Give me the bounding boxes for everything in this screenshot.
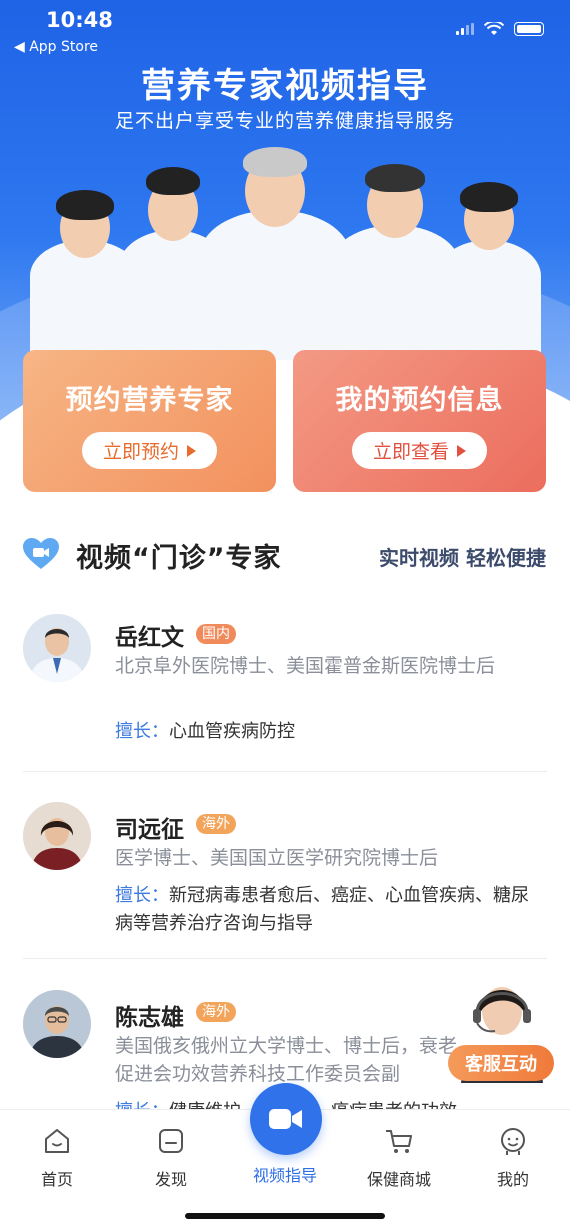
tab-label: 保健商城 bbox=[366, 1170, 431, 1189]
home-indicator bbox=[185, 1213, 385, 1219]
expert-badge: 国内 bbox=[196, 624, 236, 644]
button-label: 立即预约 bbox=[102, 441, 179, 463]
tab-label: 发现 bbox=[154, 1170, 187, 1189]
book-now-button[interactable]: 立即预约 bbox=[82, 432, 217, 469]
profile-icon bbox=[501, 1128, 525, 1155]
signal-icon bbox=[456, 23, 474, 35]
expert-avatar bbox=[23, 802, 91, 870]
section-title: 视频“门诊”专家 bbox=[76, 543, 282, 574]
my-appointments-card[interactable]: 我的预约信息 立即查看 bbox=[293, 350, 546, 492]
customer-service-button[interactable]: 客服互动 bbox=[448, 1045, 554, 1081]
expert-badge: 海外 bbox=[196, 814, 236, 834]
specialty-text: 新冠病毒患者愈后、癌症、心血管疾病、糖尿病等营养治疗咨询与指导 bbox=[115, 885, 529, 934]
button-label: 立即查看 bbox=[372, 441, 449, 463]
expert-name: 陈志雄 bbox=[115, 1005, 184, 1031]
expert-item[interactable]: 岳红文 国内 北京阜外医院博士、美国霍普金斯医院博士后 擅长：心血管疾病防控 bbox=[0, 610, 570, 770]
hero-title: 营养专家视频指导 bbox=[141, 66, 429, 106]
expert-description: 医学博士、美国国立医学研究院博士后 bbox=[115, 847, 439, 869]
specialty-label: 擅长： bbox=[115, 885, 169, 906]
tab-video-guide[interactable]: 视频指导 bbox=[240, 1126, 330, 1186]
expert-specialty: 擅长：新冠病毒患者愈后、癌症、心血管疾病、糖尿病等营养治疗咨询与指导 bbox=[115, 882, 545, 938]
tab-discover[interactable]: 发现 bbox=[126, 1126, 216, 1190]
wifi-icon bbox=[484, 22, 504, 35]
card-title: 我的预约信息 bbox=[335, 385, 504, 416]
specialty-label: 擅长： bbox=[115, 721, 169, 742]
view-now-button[interactable]: 立即查看 bbox=[352, 432, 487, 469]
tab-profile[interactable]: 我的 bbox=[468, 1126, 558, 1190]
tab-mall[interactable]: 保健商城 bbox=[354, 1126, 444, 1190]
back-to-app-store[interactable]: ◀ App Store bbox=[14, 39, 98, 55]
expert-specialty: 擅长：心血管疾病防控 bbox=[115, 718, 545, 746]
doctor-illustration bbox=[436, 180, 541, 360]
status-time: 10:48 bbox=[46, 8, 113, 32]
cart-icon bbox=[386, 1130, 412, 1153]
doctor-illustration bbox=[200, 145, 350, 360]
hero-subtitle: 足不出户享受专业的营养健康指导服务 bbox=[114, 110, 455, 132]
battery-icon bbox=[514, 22, 544, 36]
discover-icon bbox=[159, 1129, 183, 1153]
specialty-text: 心血管疾病防控 bbox=[169, 721, 295, 742]
card-title: 预约营养专家 bbox=[65, 385, 234, 416]
book-expert-card[interactable]: 预约营养专家 立即预约 bbox=[23, 350, 276, 492]
divider bbox=[23, 958, 547, 959]
tab-label: 首页 bbox=[40, 1170, 73, 1189]
tab-label: 我的 bbox=[496, 1170, 529, 1189]
home-icon bbox=[45, 1129, 69, 1153]
tab-home[interactable]: 首页 bbox=[12, 1126, 102, 1190]
expert-avatar bbox=[23, 990, 91, 1058]
expert-name: 岳红文 bbox=[115, 625, 184, 651]
play-arrow-icon bbox=[457, 444, 466, 457]
expert-avatar bbox=[23, 614, 91, 682]
expert-description: 北京阜外医院博士、美国霍普金斯医院博士后 bbox=[115, 655, 496, 677]
section-tagline: 实时视频 轻松便捷 bbox=[379, 546, 546, 570]
video-heart-icon bbox=[23, 538, 59, 569]
tab-label: 视频指导 bbox=[252, 1166, 317, 1185]
divider bbox=[23, 771, 547, 772]
expert-item[interactable]: 司远征 海外 医学博士、美国国立医学研究院博士后 擅长：新冠病毒患者愈后、癌症、… bbox=[0, 798, 570, 958]
expert-name: 司远征 bbox=[115, 817, 184, 843]
play-arrow-icon bbox=[187, 444, 196, 457]
expert-description: 美国俄亥俄州立大学博士、博士后，衰老促进会功效营养科技工作委员会副 bbox=[115, 1035, 458, 1085]
expert-badge: 海外 bbox=[196, 1002, 236, 1022]
status-indicators bbox=[456, 22, 544, 36]
